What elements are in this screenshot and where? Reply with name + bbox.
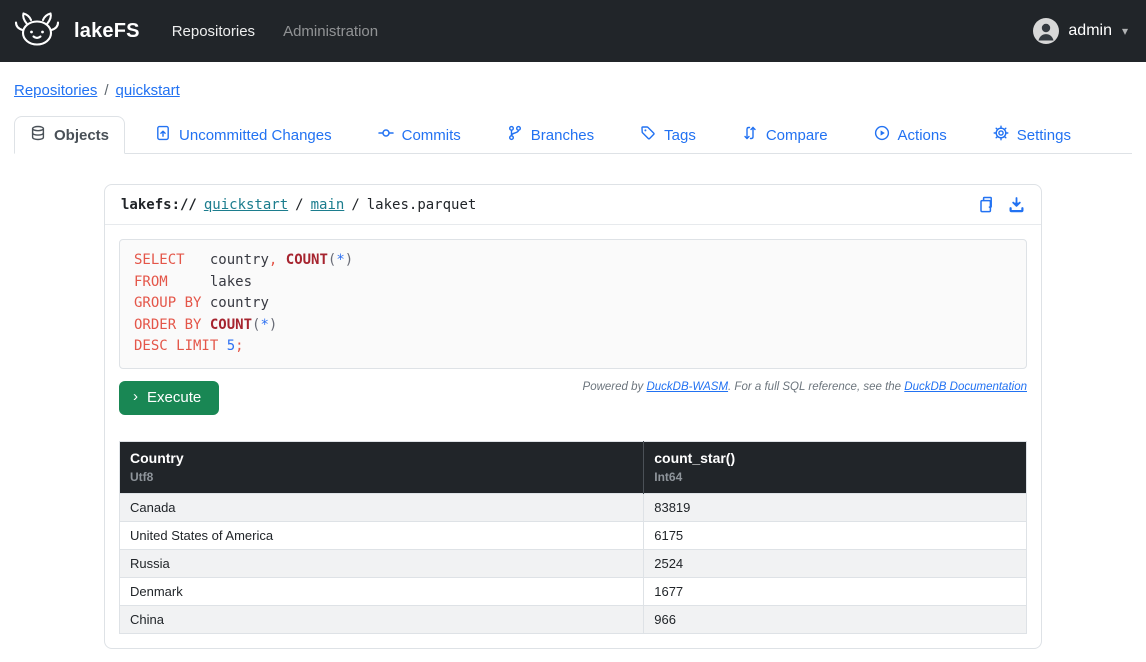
- file-upload-icon: [155, 125, 171, 145]
- duckdb-wasm-link[interactable]: DuckDB-WASM: [646, 381, 728, 393]
- query-actions-row: › Execute Powered by DuckDB-WASM. For a …: [119, 377, 1027, 415]
- nav-repositories[interactable]: Repositories: [172, 23, 255, 40]
- database-icon: [30, 125, 46, 145]
- tab-commits[interactable]: Commits: [362, 116, 477, 154]
- table-cell: United States of America: [120, 521, 644, 549]
- table-row: Denmark1677: [120, 577, 1027, 605]
- column-name: count_star(): [654, 450, 1016, 466]
- table-cell: 2524: [644, 549, 1027, 577]
- user-name: admin: [1068, 22, 1112, 40]
- tag-icon: [640, 125, 656, 145]
- results-table: Country Utf8 count_star() Int64 Canada83…: [119, 441, 1027, 634]
- path-separator: /: [295, 197, 303, 213]
- breadcrumb: Repositories / quickstart: [14, 82, 1132, 99]
- table-row: United States of America6175: [120, 521, 1027, 549]
- tab-objects[interactable]: Objects: [14, 116, 125, 154]
- user-menu[interactable]: admin ▾: [1033, 18, 1128, 44]
- tab-label: Branches: [531, 127, 594, 144]
- download-icon[interactable]: [1008, 196, 1025, 213]
- table-cell: Canada: [120, 493, 644, 521]
- tab-label: Actions: [898, 127, 947, 144]
- table-cell: 966: [644, 605, 1027, 633]
- path-repo-link[interactable]: quickstart: [204, 197, 288, 213]
- results-table-header: Country Utf8 count_star() Int64: [120, 441, 1027, 493]
- column-header-country: Country Utf8: [120, 441, 644, 493]
- powered-by-note: Powered by DuckDB-WASM. For a full SQL r…: [583, 381, 1027, 393]
- powered-by-middle: . For a full SQL reference, see the: [728, 381, 904, 393]
- table-cell: 6175: [644, 521, 1027, 549]
- execute-label: Execute: [147, 389, 201, 406]
- breadcrumb-repo-link[interactable]: quickstart: [116, 82, 180, 99]
- copy-icon[interactable]: [978, 196, 994, 213]
- duckdb-panel: SELECT country, COUNT(*)FROM lakesGROUP …: [105, 225, 1041, 648]
- nav-administration[interactable]: Administration: [283, 23, 378, 40]
- table-row: Russia2524: [120, 549, 1027, 577]
- object-viewer-card: lakefs:// quickstart / main / lakes.parq…: [104, 184, 1042, 649]
- duckdb-docs-link[interactable]: DuckDB Documentation: [904, 381, 1027, 393]
- object-path-header: lakefs:// quickstart / main / lakes.parq…: [105, 185, 1041, 225]
- path-prefix: lakefs://: [121, 197, 197, 213]
- compare-icon: [742, 125, 758, 145]
- breadcrumb-separator: /: [104, 82, 108, 99]
- column-type: Utf8: [130, 470, 633, 484]
- play-circle-icon: [874, 125, 890, 145]
- lakefs-logo-icon: [14, 9, 60, 54]
- tab-settings[interactable]: Settings: [977, 116, 1087, 154]
- tab-tags[interactable]: Tags: [624, 116, 712, 154]
- lakefs-brand[interactable]: lakeFS: [14, 9, 140, 54]
- top-navbar: lakeFS Repositories Administration admin…: [0, 0, 1146, 62]
- path-separator: /: [351, 197, 359, 213]
- table-row: Canada83819: [120, 493, 1027, 521]
- tab-label: Commits: [402, 127, 461, 144]
- powered-by-prefix: Powered by: [583, 381, 647, 393]
- tab-label: Tags: [664, 127, 696, 144]
- results-table-body: Canada83819United States of America6175R…: [120, 493, 1027, 633]
- column-type: Int64: [654, 470, 1016, 484]
- gear-icon: [993, 125, 1009, 145]
- table-cell: China: [120, 605, 644, 633]
- table-cell: Russia: [120, 549, 644, 577]
- branch-icon: [507, 125, 523, 145]
- sql-editor[interactable]: SELECT country, COUNT(*)FROM lakesGROUP …: [119, 239, 1027, 369]
- tab-label: Compare: [766, 127, 828, 144]
- table-cell: Denmark: [120, 577, 644, 605]
- tab-label: Objects: [54, 127, 109, 144]
- user-avatar-icon: [1033, 18, 1059, 44]
- chevron-down-icon: ▾: [1122, 24, 1128, 38]
- column-name: Country: [130, 450, 633, 466]
- chevron-right-icon: ›: [133, 389, 138, 404]
- object-path: lakefs:// quickstart / main / lakes.parq…: [121, 197, 476, 213]
- path-filename: lakes.parquet: [367, 197, 477, 213]
- commit-icon: [378, 125, 394, 145]
- brand-name: lakeFS: [74, 20, 140, 43]
- main-nav: Repositories Administration: [172, 23, 378, 40]
- table-cell: 1677: [644, 577, 1027, 605]
- execute-button[interactable]: › Execute: [119, 381, 219, 415]
- table-row: China966: [120, 605, 1027, 633]
- tab-uncommitted-changes[interactable]: Uncommitted Changes: [139, 116, 348, 154]
- tab-label: Settings: [1017, 127, 1071, 144]
- path-branch-link[interactable]: main: [311, 197, 345, 213]
- tab-actions[interactable]: Actions: [858, 116, 963, 154]
- breadcrumb-repositories-link[interactable]: Repositories: [14, 82, 97, 99]
- repo-tab-bar: Objects Uncommitted Changes Commits: [14, 116, 1132, 154]
- table-cell: 83819: [644, 493, 1027, 521]
- object-actions: [978, 196, 1025, 213]
- tab-compare[interactable]: Compare: [726, 116, 844, 154]
- tab-branches[interactable]: Branches: [491, 116, 610, 154]
- column-header-count: count_star() Int64: [644, 441, 1027, 493]
- tab-label: Uncommitted Changes: [179, 127, 332, 144]
